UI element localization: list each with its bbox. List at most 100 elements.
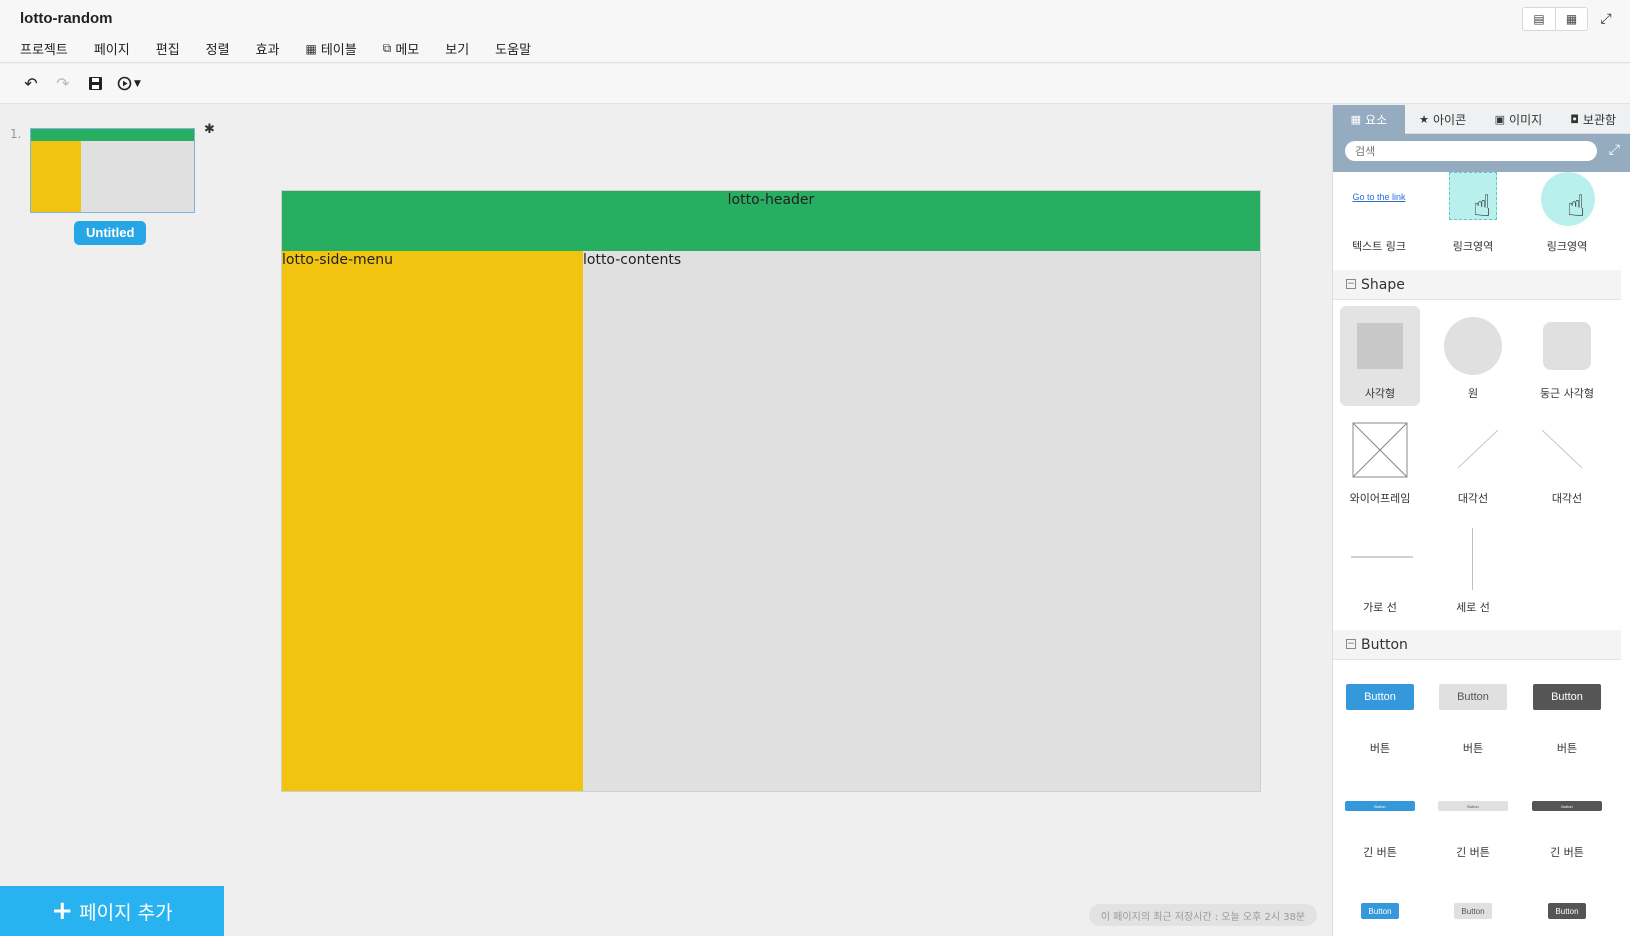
save-icon[interactable]: [82, 71, 108, 97]
star-icon: ★: [1419, 113, 1430, 126]
grid-view-icon[interactable]: ▦: [1555, 8, 1587, 30]
rounded-rectangle-preview: [1543, 322, 1591, 370]
element-panel: ▦요소 ★아이콘 ▣이미지 ◘보관함 ⤢ Go to the link 텍스트 …: [1332, 105, 1630, 936]
small-button-gray-preview: Button: [1454, 903, 1492, 919]
button-dark-item[interactable]: Button 버튼: [1527, 684, 1607, 764]
small-button-gray-item[interactable]: Button: [1433, 903, 1513, 936]
view-controls: ▤ ▦ ⤢: [1522, 7, 1618, 31]
plus-icon: +: [51, 896, 74, 926]
menu-effect[interactable]: 효과: [256, 39, 280, 58]
shape-rectangle[interactable]: 사각형: [1340, 306, 1420, 406]
section-shape[interactable]: − Shape: [1333, 270, 1621, 300]
horizontal-line-preview: [1351, 556, 1413, 558]
rectangle-preview: [1357, 323, 1403, 369]
menu-memo[interactable]: ⧉ 메모: [383, 39, 420, 58]
image-icon: ▣: [1494, 113, 1506, 126]
hand-pointer-icon: ☝: [1567, 189, 1586, 224]
long-button-gray-preview: Button: [1438, 801, 1508, 811]
preview-play-button[interactable]: ▼: [116, 71, 142, 97]
app-header: lotto-random 프로젝트 페이지 편집 정렬 효과 ▦ 테이블 ⧉ 메모 …: [0, 0, 1630, 63]
small-button-dark-item[interactable]: Button: [1527, 903, 1607, 936]
menu-page[interactable]: 페이지: [94, 39, 130, 58]
link-area-circle-item[interactable]: ☝ 링크영역: [1527, 172, 1607, 262]
expand-icon[interactable]: ⤢: [1609, 142, 1620, 158]
app-title: lotto-random: [20, 10, 113, 27]
design-canvas[interactable]: lotto-header lotto-side-menu lotto-conte…: [281, 190, 1261, 792]
menu-align[interactable]: 정렬: [206, 39, 230, 58]
grid-icon: ▦: [1350, 113, 1362, 126]
panel-tabs: ▦ 요소 ★ 아이콘 ▣ 이미지 ◘ 보관함: [1333, 105, 1630, 134]
menu-edit[interactable]: 편집: [156, 39, 180, 58]
panel-body: Go to the link 텍스트 링크 ☝ 링크영역 ☝ 링크영역 − Sh…: [1333, 172, 1630, 936]
shape-vertical-line[interactable]: 세로 선: [1433, 524, 1513, 624]
tab-icons[interactable]: ★ 아이콘: [1405, 105, 1481, 134]
lotto-header-box[interactable]: lotto-header: [282, 191, 1260, 251]
text-link-label: 텍스트 링크: [1351, 240, 1407, 253]
thumb-header: [31, 129, 194, 141]
redo-icon[interactable]: ↷: [50, 71, 76, 97]
table-icon: ▦: [305, 41, 317, 56]
lotto-header-label: lotto-header: [727, 192, 815, 208]
save-status: 이 페이지의 최근 저장시간 : 오늘 오후 2시 38분: [1089, 904, 1317, 926]
small-button-blue-preview: Button: [1361, 903, 1399, 919]
lotto-side-menu-label: lotto-side-menu: [282, 252, 394, 268]
circle-preview: [1444, 317, 1502, 375]
shape-circle[interactable]: 원: [1433, 306, 1513, 406]
view-toggle: ▤ ▦: [1522, 7, 1588, 31]
vertical-line-preview: [1472, 528, 1473, 590]
page-name-badge[interactable]: Untitled: [74, 221, 147, 245]
tab-elements[interactable]: ▦ 요소: [1333, 105, 1405, 134]
menu-help[interactable]: 도움말: [495, 39, 531, 58]
search-input[interactable]: [1345, 141, 1597, 161]
link-area-label: 링크영역: [1546, 240, 1588, 253]
lotto-side-menu-box[interactable]: lotto-side-menu: [282, 251, 583, 791]
filmstrip-view-icon[interactable]: ▤: [1523, 8, 1555, 30]
long-button-gray-item[interactable]: Button 긴 버튼: [1433, 801, 1513, 881]
page-list: 1. ✱ Untitled: [0, 105, 232, 885]
toolbar: ↶ ↷ ▼: [0, 64, 1630, 104]
long-button-blue-preview: Button: [1345, 801, 1415, 811]
chevron-down-icon[interactable]: ▼: [134, 79, 141, 89]
link-area-label: 링크영역: [1452, 240, 1494, 253]
text-link-item[interactable]: Go to the link 텍스트 링크: [1339, 172, 1419, 262]
fullscreen-icon[interactable]: ⤢: [1594, 8, 1618, 30]
link-area-rect-item[interactable]: ☝ 링크영역: [1433, 172, 1513, 262]
small-button-blue-item[interactable]: Button: [1340, 903, 1420, 936]
page-number: 1.: [10, 127, 22, 141]
button-blue-item[interactable]: Button 버튼: [1340, 684, 1420, 764]
memo-icon: ⧉: [382, 41, 392, 55]
menu-project[interactable]: 프로젝트: [20, 39, 68, 58]
inbox-icon: ◘: [1570, 113, 1579, 126]
collapse-icon: −: [1346, 279, 1356, 289]
wireframe-icon: [1352, 422, 1408, 478]
long-button-dark-item[interactable]: Button 긴 버튼: [1527, 801, 1607, 881]
gear-icon[interactable]: ✱: [204, 122, 215, 137]
button-gray-preview: Button: [1439, 684, 1507, 710]
menu-table[interactable]: ▦ 테이블: [305, 39, 357, 59]
shape-rounded-rectangle[interactable]: 둥근 사각형: [1527, 306, 1607, 406]
shape-diagonal-line-down[interactable]: 대각선: [1527, 416, 1607, 516]
button-gray-item[interactable]: Button 버튼: [1433, 684, 1513, 764]
thumb-side-menu: [31, 141, 81, 212]
page-thumbnail[interactable]: [30, 128, 195, 213]
search-bar: ⤢: [1333, 134, 1630, 172]
shape-diagonal-line-up[interactable]: 대각선: [1433, 416, 1513, 516]
shape-horizontal-line[interactable]: 가로 선: [1340, 524, 1420, 624]
text-link-sample: Go to the link: [1352, 192, 1406, 202]
long-button-blue-item[interactable]: Button 긴 버튼: [1340, 801, 1420, 881]
shape-wireframe[interactable]: 와이어프레임: [1340, 416, 1420, 516]
diagonal-line-up-icon: [1457, 429, 1499, 469]
add-page-button[interactable]: + 페이지 추가: [0, 886, 224, 936]
diagonal-line-down-icon: [1541, 429, 1583, 469]
add-page-label: 페이지 추가: [79, 901, 173, 924]
menu-view[interactable]: 보기: [445, 39, 469, 58]
tab-images[interactable]: ▣ 이미지: [1481, 105, 1557, 134]
tab-storage[interactable]: ◘ 보관함: [1556, 105, 1630, 134]
undo-icon[interactable]: ↶: [18, 71, 44, 97]
section-button[interactable]: − Button: [1333, 630, 1621, 660]
button-blue-preview: Button: [1346, 684, 1414, 710]
hand-pointer-icon: ☝: [1473, 189, 1492, 224]
lotto-contents-box[interactable]: lotto-contents: [583, 251, 1260, 791]
small-button-dark-preview: Button: [1548, 903, 1586, 919]
long-button-dark-preview: Button: [1532, 801, 1602, 811]
